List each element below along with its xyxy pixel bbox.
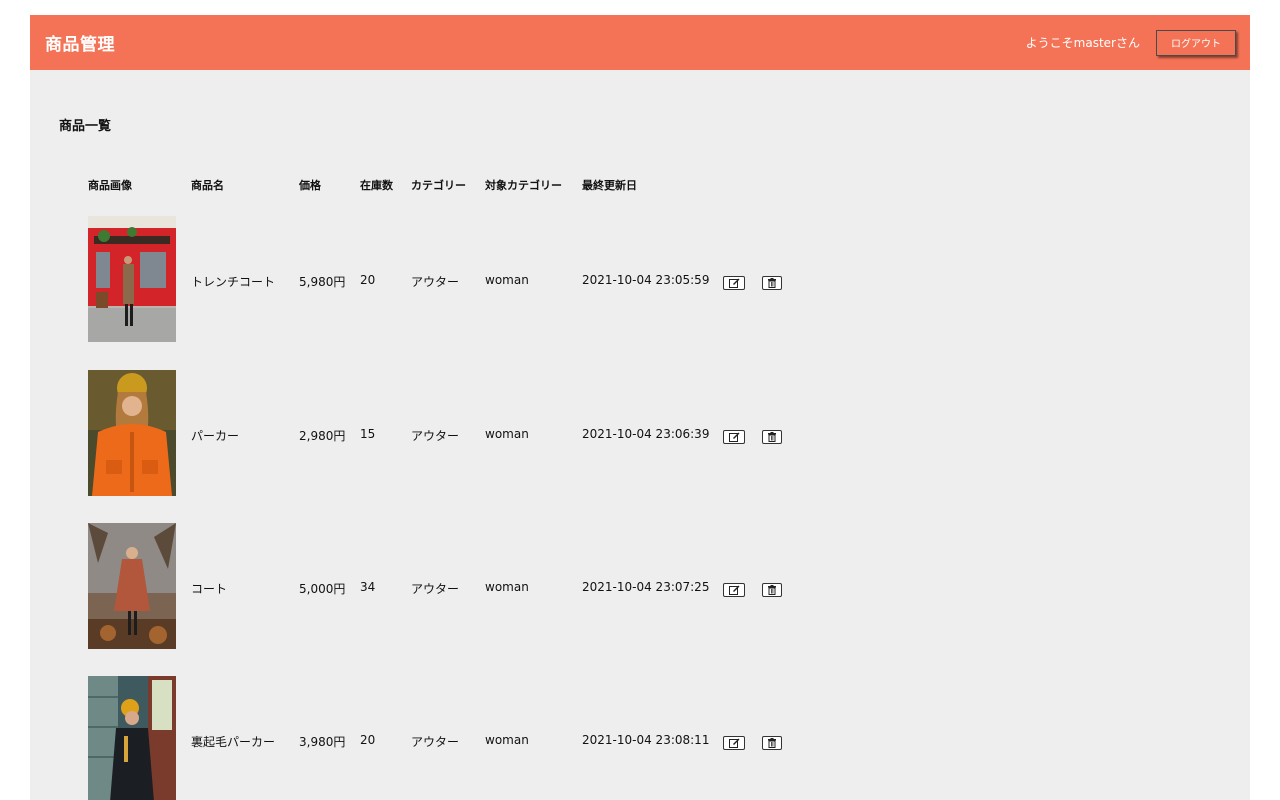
header-user-area: ようこそmasterさん ログアウト (1025, 29, 1236, 56)
delete-button[interactable] (762, 736, 782, 750)
trash-icon (768, 738, 776, 748)
delete-button[interactable] (762, 276, 782, 290)
edit-button[interactable] (723, 583, 745, 597)
product-category: アウター (411, 582, 460, 596)
table-row: パーカー 2,980円 15 アウター woman 2021-10-04 23:… (88, 370, 808, 496)
delete-button[interactable] (762, 430, 782, 444)
header-stock: 在庫数 (360, 179, 393, 192)
logout-button[interactable]: ログアウト (1156, 29, 1236, 56)
product-image (88, 676, 176, 800)
product-target: woman (485, 733, 529, 747)
header-target-category: 対象カテゴリー (485, 179, 562, 192)
product-category: アウター (411, 275, 460, 289)
header-name: 商品名 (191, 179, 224, 192)
trash-icon (768, 432, 776, 442)
header-image: 商品画像 (88, 179, 132, 192)
product-name: コート (191, 582, 228, 596)
product-stock: 20 (360, 733, 376, 747)
edit-button[interactable] (723, 736, 745, 750)
edit-button[interactable] (723, 276, 745, 290)
product-stock: 20 (360, 273, 376, 287)
edit-icon (728, 738, 739, 748)
page-title: 商品一覧 (59, 119, 112, 134)
product-image (88, 523, 176, 649)
product-name: パーカー (191, 429, 240, 443)
edit-icon (728, 278, 739, 288)
product-image (88, 370, 176, 496)
product-price: 2,980円 (299, 429, 346, 443)
header-category: カテゴリー (411, 179, 466, 192)
table-row: トレンチコート 5,980円 20 アウター woman 2021-10-04 … (88, 216, 808, 342)
product-updated: 2021-10-04 23:06:39 (582, 427, 710, 441)
welcome-text: ようこそmasterさん (1025, 36, 1140, 50)
table-row: 裏起毛パーカー 3,980円 20 アウター woman 2021-10-04 … (88, 676, 808, 800)
delete-button[interactable] (762, 583, 782, 597)
product-price: 5,980円 (299, 275, 346, 289)
app-container: 商品管理 ようこそmasterさん ログアウト 商品一覧 商品画像 商品名 価格… (30, 15, 1250, 800)
trash-icon (768, 585, 776, 595)
product-target: woman (485, 580, 529, 594)
product-updated: 2021-10-04 23:05:59 (582, 273, 710, 287)
edit-button[interactable] (723, 430, 745, 444)
header-bar: 商品管理 ようこそmasterさん ログアウト (30, 15, 1250, 70)
product-target: woman (485, 427, 529, 441)
product-target: woman (485, 273, 529, 287)
product-price: 5,000円 (299, 582, 346, 596)
product-name: トレンチコート (191, 275, 276, 289)
product-price: 3,980円 (299, 735, 346, 749)
product-updated: 2021-10-04 23:08:11 (582, 733, 710, 747)
trash-icon (768, 278, 776, 288)
app-title: 商品管理 (45, 35, 115, 55)
product-stock: 34 (360, 580, 376, 594)
table-row: コート 5,000円 34 アウター woman 2021-10-04 23:0… (88, 523, 808, 649)
header-price: 価格 (299, 179, 321, 192)
product-category: アウター (411, 429, 460, 443)
product-name: 裏起毛パーカー (191, 735, 276, 749)
product-category: アウター (411, 735, 460, 749)
product-stock: 15 (360, 427, 376, 441)
product-image (88, 216, 176, 342)
header-updated-at: 最終更新日 (582, 179, 637, 192)
edit-icon (728, 585, 739, 595)
edit-icon (728, 432, 739, 442)
product-updated: 2021-10-04 23:07:25 (582, 580, 710, 594)
